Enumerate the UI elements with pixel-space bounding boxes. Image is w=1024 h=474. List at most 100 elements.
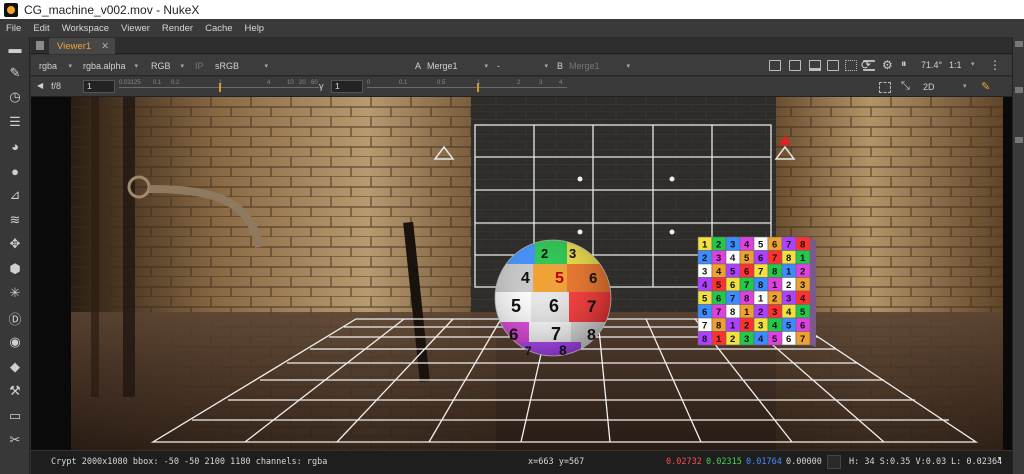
sphere-number: 5 <box>555 270 564 287</box>
cube-number: 1 <box>730 321 736 332</box>
cube-number: 5 <box>786 321 792 332</box>
safe-area-icon[interactable] <box>789 60 801 71</box>
viewer-toolbar: rgba ▾ rgba.alpha ▾ RGB ▾ IP sRGB ▾ A Merge1… <box>31 55 1012 76</box>
cube-number: 6 <box>702 307 707 318</box>
color-icon[interactable]: ◕ <box>6 137 24 155</box>
cursor-coords: x=663 y=567 <box>528 457 585 467</box>
checker-icon[interactable] <box>845 60 857 71</box>
chevron-down-icon: ▾ <box>626 62 630 70</box>
lut-dropdown[interactable]: sRGB ▾ <box>211 58 271 73</box>
composite-dropdown[interactable]: - ▾ <box>493 58 551 73</box>
gpu-icon[interactable]: ⚙ <box>882 58 893 72</box>
gamma-field[interactable]: 1 <box>331 80 363 93</box>
chevron-down-icon[interactable]: ▾ <box>963 82 967 90</box>
particles-icon[interactable]: ✳ <box>6 284 24 302</box>
filter-icon[interactable]: ⊿ <box>6 186 24 204</box>
view-mode-value[interactable]: 2D <box>923 82 935 92</box>
cube-number: 3 <box>772 307 777 318</box>
cube-number: 6 <box>786 334 791 345</box>
overlay-icon[interactable] <box>809 60 821 71</box>
panel-handle-icon[interactable] <box>1015 87 1023 93</box>
viewer-canvas[interactable]: 2 3 4 5 6 5 6 7 6 7 8 7 8 12345678234567… <box>31 97 1012 450</box>
menu-viewer[interactable]: Viewer <box>115 23 156 34</box>
settings-icon[interactable]: ⋮ <box>989 58 1001 72</box>
color-swatch <box>827 455 841 469</box>
roi-icon[interactable] <box>769 60 781 71</box>
refresh-icon[interactable]: ⟳ <box>861 58 871 72</box>
cube-number: 3 <box>744 334 749 345</box>
gamma-knob[interactable] <box>477 83 479 92</box>
region-select-icon[interactable] <box>879 82 891 93</box>
cube-number: 2 <box>800 267 805 278</box>
cube-number: 8 <box>730 307 735 318</box>
transform-handle-icon[interactable]: ⤡ <box>901 80 910 93</box>
cube-number: 2 <box>786 280 791 291</box>
time-icon[interactable]: ◷ <box>6 88 24 106</box>
panel-handle-icon[interactable] <box>1015 137 1023 143</box>
metadata-icon[interactable]: ◆ <box>6 358 24 376</box>
pixel-green: 0.02315 <box>706 457 742 467</box>
viewer-tool-icon[interactable]: ▬ <box>6 39 24 57</box>
gamma-slider[interactable]: 0 0.1 0.5 1 2 3 4 <box>367 80 567 93</box>
input-a-dropdown[interactable]: Merge1 ▾ <box>423 58 491 73</box>
menu-file[interactable]: File <box>0 23 27 34</box>
ratio-value[interactable]: 1:1 <box>949 60 962 70</box>
input-b-dropdown[interactable]: Merge1 ▾ <box>565 58 633 73</box>
cube-number: 4 <box>772 321 778 332</box>
menu-cache[interactable]: Cache <box>199 23 238 34</box>
menu-help[interactable]: Help <box>239 23 271 34</box>
3d-icon[interactable]: ⬢ <box>6 260 24 278</box>
layer-dropdown[interactable]: rgba ▾ <box>35 58 75 73</box>
pane-menu-icon[interactable] <box>36 41 44 50</box>
cube-number: 8 <box>800 240 805 251</box>
properties-panel-edge[interactable] <box>1012 37 1024 474</box>
pencil-icon[interactable]: ✎ <box>981 80 990 93</box>
transform-icon[interactable]: ✥ <box>6 235 24 253</box>
input-a-label: A <box>411 58 422 73</box>
tab-viewer1[interactable]: Viewer1 ✕ <box>49 38 116 54</box>
misc-icon[interactable]: ✂ <box>6 431 24 449</box>
sphere-number: 8 <box>559 342 567 358</box>
cube-number: 1 <box>800 253 806 264</box>
pause-icon[interactable]: ⏸ <box>901 58 907 71</box>
cube-number: 5 <box>772 334 778 345</box>
gain-knob[interactable] <box>219 83 221 92</box>
image-info: Crypt 2000x1080 bbox: -50 -50 2100 1180 … <box>51 457 328 467</box>
node-toolbar: ▬ ✎ ◷ ☰ ◕ ● ⊿ ≋ ✥ ⬢ ✳ Ⓓ ◉ ◆ ⚒ ▭ ✂ <box>0 37 30 474</box>
menu-workspace[interactable]: Workspace <box>56 23 115 34</box>
gain-slider[interactable]: 0.03125 0.1 0.2 1 4 10 20 60 <box>119 80 319 93</box>
menu-edit[interactable]: Edit <box>27 23 55 34</box>
sphere-number: 7 <box>551 324 561 344</box>
deep-icon[interactable]: Ⓓ <box>6 309 24 327</box>
exposure-toolbar: ◀ f/8 1 0.03125 0.1 0.2 1 4 10 20 60 γ 1… <box>31 77 1012 97</box>
gain-tick: 60 <box>311 80 318 86</box>
fstop-label[interactable]: f/8 <box>51 81 61 91</box>
circle-icon[interactable]: ● <box>6 162 24 180</box>
zoom-value[interactable]: 71.4° <box>921 60 942 70</box>
display-channels-dropdown[interactable]: RGB ▾ <box>147 58 187 73</box>
channel-icon[interactable]: ☰ <box>6 113 24 131</box>
ip-button[interactable]: IP <box>191 58 209 73</box>
cube-number: 1 <box>716 334 722 345</box>
wipe-icon[interactable] <box>827 60 839 71</box>
cube-number: 7 <box>786 240 791 251</box>
close-icon[interactable]: ✕ <box>101 41 109 52</box>
play-back-icon[interactable]: ◀ <box>37 81 43 90</box>
cube-number: 5 <box>702 294 708 305</box>
views-icon[interactable]: ◉ <box>6 333 24 351</box>
chevron-down-icon[interactable]: ▾ <box>971 60 975 68</box>
sphere-number: 7 <box>525 344 532 358</box>
other-icon[interactable]: ▭ <box>6 407 24 425</box>
chevron-down-icon[interactable]: ▾ <box>997 454 1002 464</box>
alpha-channel-dropdown[interactable]: rgba.alpha ▾ <box>79 58 141 73</box>
cube-number: 8 <box>758 280 763 291</box>
cube-number: 3 <box>716 253 721 264</box>
layers-icon[interactable]: ≋ <box>6 211 24 229</box>
input-a-letter: A <box>415 60 422 71</box>
panel-handle-icon[interactable] <box>1015 41 1023 47</box>
paint-icon[interactable]: ✎ <box>6 64 24 82</box>
gain-field[interactable]: 1 <box>83 80 115 93</box>
menu-render[interactable]: Render <box>156 23 199 34</box>
cube-number: 8 <box>786 253 791 264</box>
toolsets-icon[interactable]: ⚒ <box>6 382 24 400</box>
